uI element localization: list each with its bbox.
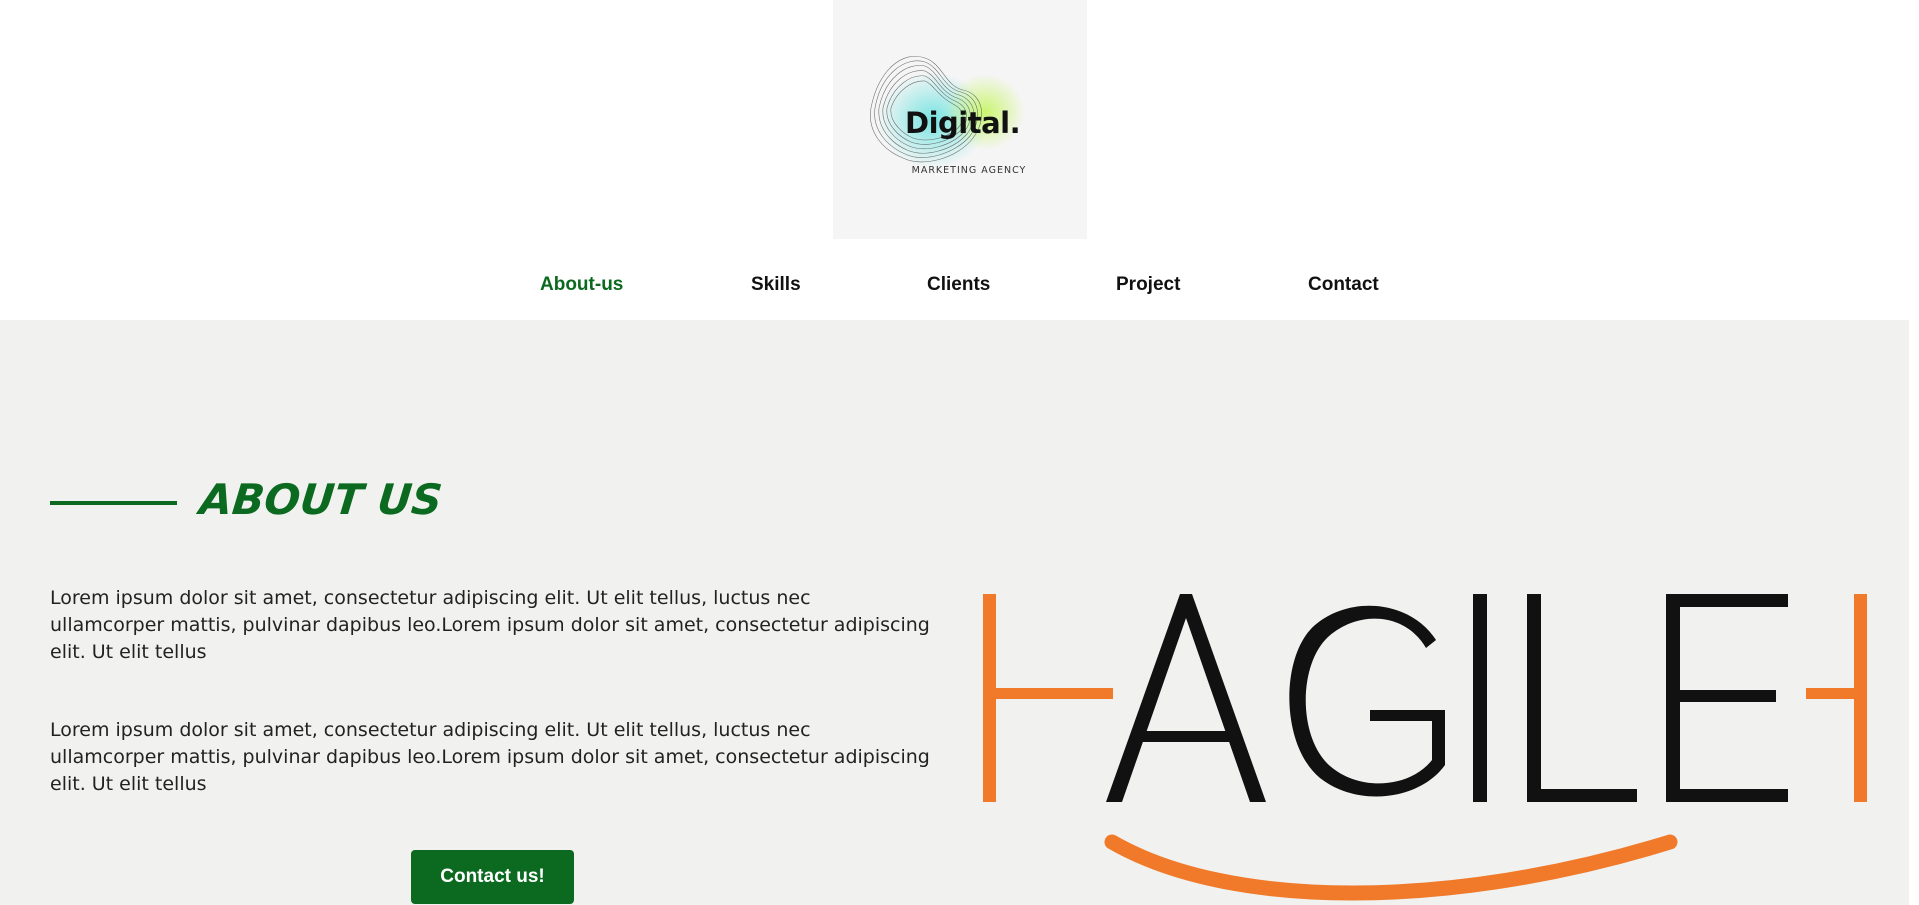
nav-item-skills[interactable]: Skills [751, 274, 801, 296]
section-edge [1909, 320, 1919, 905]
about-heading: ABOUT US [197, 475, 445, 524]
nav-item-clients[interactable]: Clients [927, 274, 990, 296]
heading-divider [50, 501, 177, 505]
contact-us-button[interactable]: Contact us! [411, 850, 574, 904]
logo-subtitle: MARKETING AGENCY [911, 165, 1027, 176]
nav-item-project[interactable]: Project [1116, 274, 1180, 296]
nav-item-about-us[interactable]: About-us [540, 274, 623, 296]
logo-title: Digital. [905, 106, 1021, 140]
page: Digital. MARKETING AGENCY About-us Skill… [0, 0, 1919, 905]
main-nav: About-us Skills Clients Project Contact [0, 274, 1919, 304]
nav-item-contact[interactable]: Contact [1308, 274, 1379, 296]
agile-logo-image [983, 594, 1867, 901]
site-header: Digital. MARKETING AGENCY About-us Skill… [0, 0, 1919, 320]
about-paragraph-2: Lorem ipsum dolor sit amet, consectetur … [50, 719, 930, 795]
brand-logo[interactable]: Digital. MARKETING AGENCY [833, 0, 1087, 239]
about-section: ABOUT US Lorem ipsum dolor sit amet, con… [0, 320, 1919, 905]
about-paragraph-1: Lorem ipsum dolor sit amet, consectetur … [50, 587, 930, 663]
